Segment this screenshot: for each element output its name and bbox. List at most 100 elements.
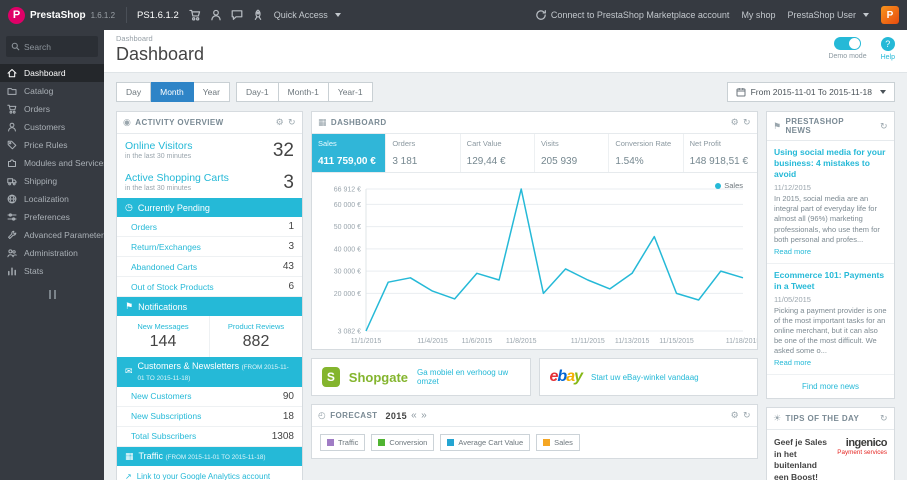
kpi-tab-net-profit[interactable]: Net Profit 148 918,51 € <box>684 134 757 172</box>
forecast-prev-button[interactable]: « <box>411 410 417 421</box>
kpi-tab-visits[interactable]: Visits 205 939 <box>535 134 610 172</box>
demo-mode-toggle[interactable] <box>834 37 862 50</box>
refresh-icon[interactable]: ↻ <box>743 117 751 128</box>
shopgate-link[interactable]: Ga mobiel en verhoog uw omzet <box>417 368 519 386</box>
user-menu[interactable]: PrestaShop User <box>787 10 869 20</box>
ebay-logo: ebay <box>550 368 583 386</box>
row-link[interactable]: New Customers <box>131 391 191 401</box>
pending-row-out-of-stock: Out of Stock Products 6 <box>117 277 302 297</box>
sidebar-item-administration[interactable]: Administration <box>0 244 104 262</box>
row-link[interactable]: Orders <box>131 222 157 232</box>
gear-icon[interactable]: ⚙ <box>731 117 739 128</box>
row-link[interactable]: New Subscriptions <box>131 411 201 421</box>
kpi-label: Visits <box>540 139 559 148</box>
kpi-tab-orders[interactable]: Orders 3 181 <box>386 134 461 172</box>
cart-icon[interactable] <box>189 9 201 21</box>
customers-row-total-subscribers: Total Subscribers 1308 <box>117 427 302 447</box>
row-link[interactable]: Out of Stock Products <box>131 282 214 292</box>
forecast-chip-sales[interactable]: Sales <box>536 434 580 451</box>
sidebar-item-catalog[interactable]: Catalog <box>0 82 104 100</box>
read-more-link[interactable]: Read more <box>774 247 811 256</box>
rocket-icon[interactable] <box>252 9 264 21</box>
forecast-chip-traffic[interactable]: Traffic <box>320 434 366 451</box>
row-link[interactable]: Abandoned Carts <box>131 262 197 272</box>
sidebar-item-advanced-parameters[interactable]: Advanced Parameters <box>0 226 104 244</box>
kpi-tab-sales[interactable]: Sales 411 759,00 € <box>312 134 387 172</box>
news-article-title[interactable]: Using social media for your business: 4 … <box>774 147 887 180</box>
kpi-tab-conversion-rate[interactable]: Conversion Rate 1.54% <box>609 134 684 172</box>
news-article-title[interactable]: Ecommerce 101: Payments in a Tweet <box>774 270 887 292</box>
avatar[interactable]: P <box>881 6 899 24</box>
ebay-link[interactable]: Start uw eBay-winkel vandaag <box>591 373 699 382</box>
sidebar-item-stats[interactable]: Stats <box>0 262 104 280</box>
period-toolbar: Day Month Year Day-1 Month-1 Year-1 From… <box>104 73 907 111</box>
sidebar-item-label: Customers <box>24 122 66 132</box>
row-link[interactable]: Return/Exchanges <box>131 242 201 252</box>
svg-text:11/13/2015: 11/13/2015 <box>615 338 650 345</box>
search-box[interactable] <box>6 36 98 57</box>
search-input[interactable] <box>24 41 93 52</box>
period-day-1-button[interactable]: Day-1 <box>235 82 279 102</box>
sidebar-item-customers[interactable]: Customers <box>0 118 104 136</box>
kpi-label: Conversion Rate <box>615 139 672 148</box>
brand-version: 1.6.1.2 <box>90 10 116 20</box>
date-range-picker[interactable]: From 2015-11-01 To 2015-11-18 <box>726 82 895 102</box>
help-icon[interactable]: ? <box>880 37 895 51</box>
new-messages-label[interactable]: New Messages <box>119 322 207 331</box>
ebay-letter: b <box>557 368 567 385</box>
kpi-label: Net Profit <box>689 139 721 148</box>
messages-icon[interactable] <box>231 9 243 21</box>
period-year-1-button[interactable]: Year-1 <box>328 82 373 102</box>
sidebar-search <box>0 30 104 64</box>
prestashop-brand[interactable]: P PrestaShop 1.6.1.2 <box>8 6 116 24</box>
breadcrumb[interactable]: Dashboard <box>116 34 204 43</box>
divider <box>126 7 127 23</box>
period-month-button[interactable]: Month <box>151 82 194 102</box>
google-analytics-link[interactable]: ↗ Link to your Google Analytics account <box>117 466 302 480</box>
chip-label: Traffic <box>338 438 359 447</box>
sidebar-item-localization[interactable]: Localization <box>0 190 104 208</box>
row-value: 1308 <box>271 430 294 442</box>
marketplace-link[interactable]: Connect to PrestaShop Marketplace accoun… <box>535 9 729 21</box>
forecast-next-button[interactable]: » <box>421 410 427 421</box>
forecast-chip-average-cart-value[interactable]: Average Cart Value <box>440 434 531 451</box>
refresh-icon[interactable]: ↻ <box>288 117 296 128</box>
chip-label: Sales <box>554 438 573 447</box>
sidebar-item-modules[interactable]: Modules and Services <box>0 154 104 172</box>
row-link[interactable]: Total Subscribers <box>131 431 196 441</box>
gear-icon[interactable]: ⚙ <box>731 410 739 421</box>
refresh-icon[interactable]: ↻ <box>743 410 751 421</box>
period-month-1-button[interactable]: Month-1 <box>278 82 329 102</box>
sidebar-item-label: Dashboard <box>24 68 66 78</box>
shop-name[interactable]: PS1.6.1.2 <box>137 10 179 21</box>
product-reviews-label[interactable]: Product Reviews <box>212 322 300 331</box>
active-carts-label[interactable]: Active Shopping Carts <box>125 172 229 184</box>
sidebar-collapse-toggle[interactable] <box>0 280 104 309</box>
customers-title: Customers & Newsletters <box>137 361 240 371</box>
sidebar-item-price-rules[interactable]: Price Rules <box>0 136 104 154</box>
gear-icon[interactable]: ⚙ <box>276 117 284 128</box>
refresh-icon[interactable]: ↻ <box>880 413 888 424</box>
sidebar-item-preferences[interactable]: Preferences <box>0 208 104 226</box>
find-more-news-link[interactable]: Find more news <box>767 375 894 398</box>
wrench-icon <box>7 230 18 240</box>
online-visitors-label[interactable]: Online Visitors <box>125 140 193 152</box>
marketplace-icon <box>535 9 547 21</box>
sidebar-item-orders[interactable]: Orders <box>0 100 104 118</box>
my-shop-link[interactable]: My shop <box>741 10 775 20</box>
period-day-button[interactable]: Day <box>116 82 152 102</box>
sidebar-item-shipping[interactable]: Shipping <box>0 172 104 190</box>
forecast-chip-conversion[interactable]: Conversion <box>371 434 435 451</box>
customer-icon[interactable] <box>210 9 222 21</box>
kpi-value: 205 939 <box>540 156 578 167</box>
sidebar-item-dashboard[interactable]: Dashboard <box>0 64 104 82</box>
kpi-tab-cart-value[interactable]: Cart Value 129,44 € <box>461 134 535 172</box>
period-year-button[interactable]: Year <box>193 82 230 102</box>
user-name-label: PrestaShop User <box>787 10 856 20</box>
tips-panel-title: Tips of the day <box>785 414 860 424</box>
quick-access-dropdown[interactable]: Quick Access <box>274 10 341 20</box>
refresh-icon[interactable]: ↻ <box>880 121 888 132</box>
read-more-link[interactable]: Read more <box>774 358 811 367</box>
tag-icon <box>7 140 18 150</box>
forecast-legend: Traffic Conversion Average Cart Value Sa… <box>312 427 757 458</box>
